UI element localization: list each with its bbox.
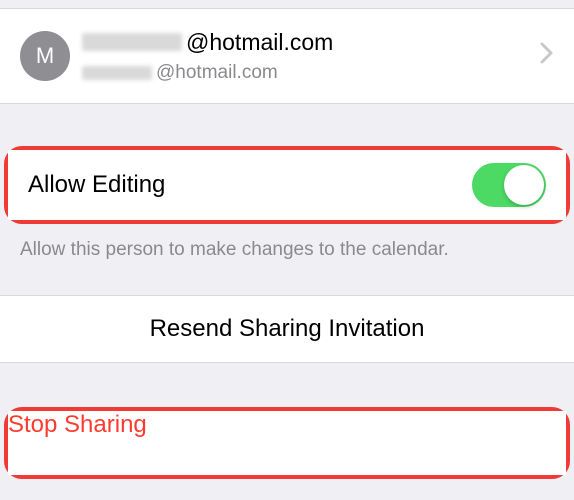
redacted-name-secondary (82, 66, 152, 80)
top-spacer (0, 0, 574, 8)
avatar: M (20, 31, 70, 81)
section-gap-2 (0, 263, 574, 295)
stop-sharing-button[interactable]: Stop Sharing (8, 411, 566, 475)
allow-editing-description: Allow this person to make changes to the… (0, 224, 574, 263)
allow-editing-toggle[interactable] (472, 163, 546, 207)
resend-label: Resend Sharing Invitation (150, 315, 425, 343)
chevron-right-icon (540, 42, 554, 70)
contact-row[interactable]: M @hotmail.com @hotmail.com (0, 8, 574, 104)
resend-invitation-button[interactable]: Resend Sharing Invitation (0, 295, 574, 363)
contact-text: @hotmail.com @hotmail.com (82, 29, 540, 84)
allow-editing-row[interactable]: Allow Editing (8, 150, 566, 220)
section-gap-1 (0, 104, 574, 146)
contact-primary-domain: @hotmail.com (186, 29, 333, 56)
redacted-name-primary (82, 33, 182, 51)
stop-sharing-highlight: Stop Sharing (4, 407, 570, 479)
toggle-knob (504, 165, 544, 205)
contact-secondary-domain: @hotmail.com (156, 62, 278, 84)
allow-editing-highlight: Allow Editing (4, 146, 570, 224)
section-gap-3 (0, 363, 574, 407)
stop-sharing-label: Stop Sharing (8, 411, 147, 438)
allow-editing-label: Allow Editing (28, 171, 165, 199)
